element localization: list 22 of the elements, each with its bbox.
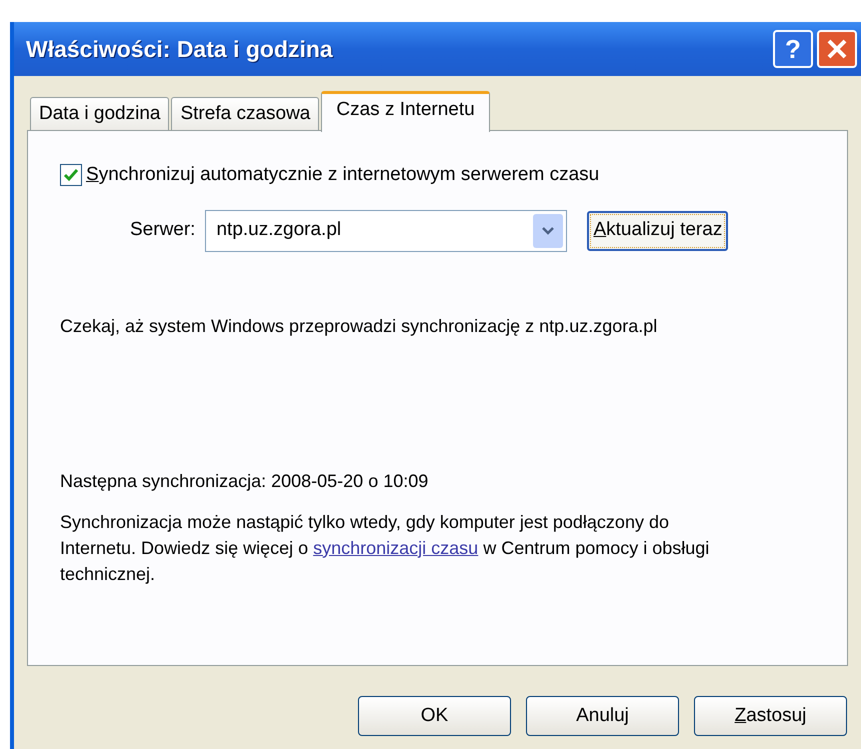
dialog-button[interactable]: Anuluj xyxy=(526,696,679,736)
help-link[interactable]: synchronizacji czasu xyxy=(313,538,478,558)
info-text: Synchronizacja może nastąpić tylko wtedy, gdy komputer jest podłączony do Internetu. Dowiedz się więcej o synchronizacji czasu w Centrum pomocy i obsługi technicznej. xyxy=(60,510,710,586)
window-title: Właściwości: Data i godzina xyxy=(26,34,334,64)
tab[interactable]: Czas z Internetu xyxy=(321,91,490,132)
server-label: Serwer: xyxy=(130,218,196,242)
dialog-button[interactable]: Zastosuj xyxy=(694,696,847,736)
tab[interactable]: Data i godzina xyxy=(30,97,170,131)
server-dropdown[interactable]: ntp.uz.zgora.pl xyxy=(205,210,568,252)
update-now-button[interactable]: Aktualizuj teraz xyxy=(587,210,728,250)
checkbox[interactable] xyxy=(60,164,82,186)
checkbox-label: Synchronizuj automatycznie z internetowym serwerem czasu xyxy=(86,163,600,187)
close-button[interactable] xyxy=(817,30,857,68)
checkmark-icon xyxy=(63,168,79,182)
status-text: Czekaj, aż system Windows przeprowadzi synchronizację z ntp.uz.zgora.pl xyxy=(60,314,658,338)
close-icon xyxy=(826,38,848,60)
dialog-button[interactable]: OK xyxy=(358,696,511,736)
tab[interactable]: Strefa czasowa xyxy=(171,97,320,131)
next-sync-text: Następna synchronizacja: 2008-05-20 o 10:09 xyxy=(60,470,430,493)
chevron-down-icon xyxy=(541,226,556,236)
dropdown-arrow-button[interactable] xyxy=(533,214,564,248)
help-button[interactable]: ? xyxy=(773,30,813,68)
